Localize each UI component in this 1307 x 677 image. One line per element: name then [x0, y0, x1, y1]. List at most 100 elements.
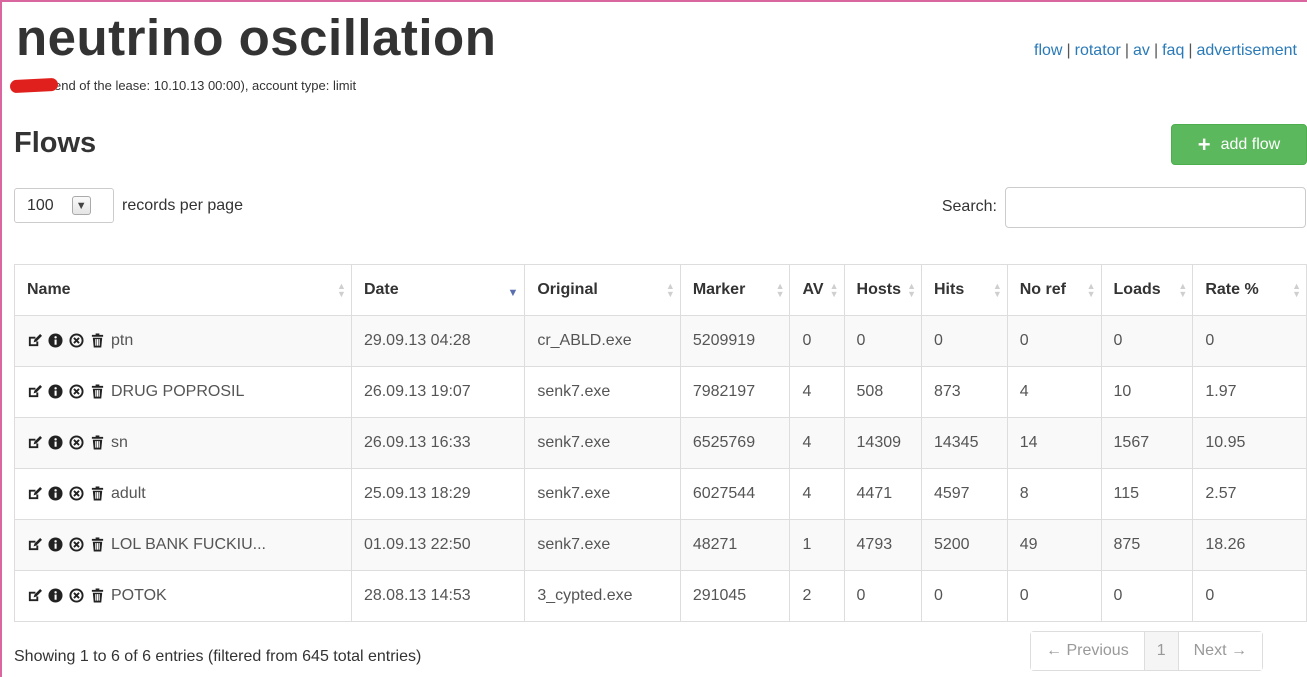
edit-icon[interactable]	[27, 384, 42, 399]
disable-icon[interactable]	[69, 588, 84, 603]
table-cell-no-ref: 14	[1006, 417, 1102, 469]
table-cell-date: 25.09.13 18:29	[350, 468, 526, 520]
column-header-hits[interactable]: Hits ▲ ▼	[920, 264, 1008, 316]
cell-value: 4471	[856, 485, 893, 502]
row-actions	[27, 588, 105, 603]
table-cell-no-ref: 0	[1006, 315, 1102, 367]
nav-link-rotator[interactable]: rotator	[1075, 42, 1121, 59]
edit-icon[interactable]	[27, 486, 42, 501]
page-title: Flows	[14, 127, 97, 159]
table-cell-marker: 291045	[679, 570, 791, 622]
cell-value: 49	[1019, 536, 1038, 553]
table-body: ptn 29.09.13 04:28 cr_ABLD.exe 5209919 0 0 0 0 0…	[14, 315, 1307, 622]
cell-value: 0	[933, 332, 943, 349]
cell-value: 508	[856, 383, 884, 400]
column-header-label: AV	[802, 281, 824, 298]
disable-icon[interactable]	[69, 486, 84, 501]
cell-value: 5200	[933, 536, 970, 553]
table-cell-original: senk7.exe	[524, 366, 681, 418]
column-header-label: No ref	[1019, 281, 1066, 298]
search-label: Search:	[941, 198, 997, 215]
column-header-no-ref[interactable]: No ref ▲ ▼	[1006, 264, 1102, 316]
column-header-label: Hits	[933, 281, 965, 298]
cell-value: 873	[933, 383, 961, 400]
column-header-label: Name	[27, 281, 71, 298]
disable-icon[interactable]	[69, 333, 84, 348]
column-header-marker[interactable]: Marker ▲ ▼	[679, 264, 791, 316]
cell-value: 0	[933, 587, 943, 604]
previous-page-button[interactable]: ← Previous	[1031, 632, 1145, 670]
nav-separator: |	[1188, 42, 1193, 59]
nav-link-faq[interactable]: faq	[1162, 42, 1184, 59]
table-cell-hosts: 0	[843, 570, 922, 622]
disable-icon[interactable]	[69, 537, 84, 552]
cell-value: ptn	[111, 332, 134, 349]
trash-icon[interactable]	[90, 384, 105, 399]
edit-icon[interactable]	[27, 333, 42, 348]
table-cell-name: adult	[14, 468, 352, 520]
sort-descending-icon: ▼	[507, 287, 519, 299]
next-page-button[interactable]: Next →	[1178, 632, 1262, 670]
sort-both-icon: ▲ ▼	[665, 281, 675, 299]
cell-value: 8	[1019, 485, 1029, 502]
records-per-page-select[interactable]: 100 ▼	[14, 188, 114, 223]
nav-separator: |	[1124, 42, 1130, 59]
chevron-down-icon[interactable]: ▼	[71, 196, 91, 215]
nav-link-av[interactable]: av	[1133, 42, 1150, 59]
edit-icon[interactable]	[27, 588, 42, 603]
row-actions	[27, 333, 105, 348]
nav-link-flow[interactable]: flow	[1034, 42, 1062, 59]
row-actions	[27, 486, 105, 501]
table-cell-name: DRUG POPROSIL	[14, 366, 352, 418]
cell-value: 2.57	[1205, 485, 1237, 502]
cell-value: 10	[1113, 383, 1132, 400]
trash-icon[interactable]	[90, 435, 105, 450]
table-cell-hits: 0	[920, 570, 1008, 622]
column-header-name[interactable]: Name ▲ ▼	[14, 264, 352, 316]
disable-icon[interactable]	[69, 384, 84, 399]
cell-value: 7982197	[692, 383, 756, 400]
add-flow-button[interactable]: + add flow	[1171, 124, 1307, 165]
info-icon[interactable]	[48, 537, 63, 552]
page-number-button[interactable]: 1	[1144, 632, 1179, 670]
disable-icon[interactable]	[69, 435, 84, 450]
trash-icon[interactable]	[90, 333, 105, 348]
cell-value: 14309	[856, 434, 902, 451]
trash-icon[interactable]	[90, 588, 105, 603]
cell-value: 4	[802, 485, 812, 502]
table-cell-original: cr_ABLD.exe	[524, 315, 681, 367]
nav-link-advertisement[interactable]: advertisement	[1197, 42, 1298, 59]
table-row: LOL BANK FUCKIU... 01.09.13 22:50 senk7.ex…	[14, 519, 1307, 571]
info-icon[interactable]	[48, 486, 63, 501]
edit-icon[interactable]	[27, 435, 42, 450]
search-input[interactable]	[1005, 187, 1306, 228]
column-header-loads[interactable]: Loads ▲ ▼	[1100, 264, 1194, 316]
trash-icon[interactable]	[90, 537, 105, 552]
info-icon[interactable]	[48, 384, 63, 399]
cell-value: 26.09.13 19:07	[363, 383, 471, 400]
cell-value: 0	[802, 332, 812, 349]
row-actions	[27, 384, 105, 399]
cell-value: 0	[856, 587, 866, 604]
column-header-av[interactable]: AV ▲ ▼	[789, 264, 845, 316]
trash-icon[interactable]	[90, 486, 105, 501]
lease-text: end of the lease: 10.10.13 00:00), accou…	[54, 78, 357, 93]
table-cell-marker: 6525769	[679, 417, 791, 469]
records-per-page: 100 ▼ records per page	[14, 188, 243, 223]
column-header-original[interactable]: Original ▲ ▼	[524, 264, 681, 316]
table-cell-rate: 1.97	[1192, 366, 1307, 418]
column-header-date[interactable]: Date ▼	[350, 264, 526, 316]
column-header-rate[interactable]: Rate % ▲ ▼	[1192, 264, 1307, 316]
cell-value: senk7.exe	[537, 536, 611, 553]
table-cell-loads: 10	[1100, 366, 1194, 418]
column-header-hosts[interactable]: Hosts ▲ ▼	[843, 264, 922, 316]
cell-value: 6525769	[692, 434, 756, 451]
info-icon[interactable]	[48, 588, 63, 603]
info-icon[interactable]	[48, 435, 63, 450]
nav-separator: |	[1066, 42, 1071, 59]
info-icon[interactable]	[48, 333, 63, 348]
redaction-mark	[9, 77, 59, 94]
edit-icon[interactable]	[27, 537, 42, 552]
table-cell-av: 4	[789, 468, 845, 520]
cell-value: 4	[802, 434, 812, 451]
